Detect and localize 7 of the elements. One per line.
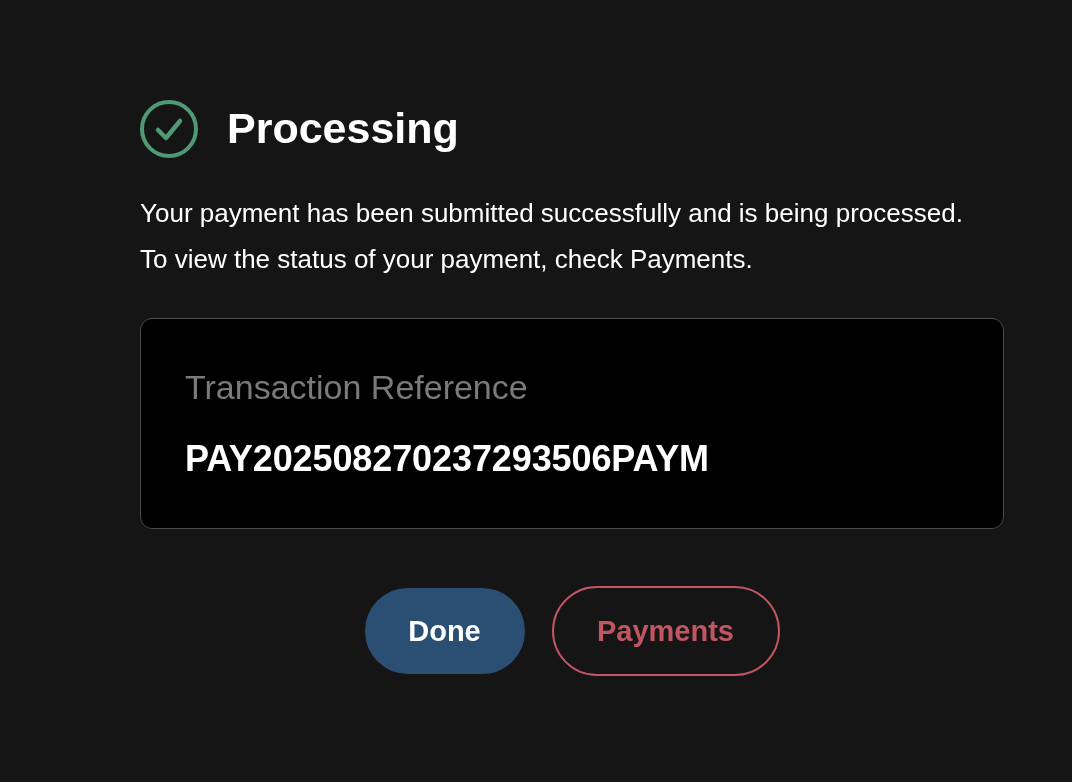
message-text: To view the status of your payment, check Payments. xyxy=(140,243,754,276)
message-text: Your payment has been submitted successfully and is being processed. xyxy=(140,197,964,230)
payments-button[interactable]: Payments xyxy=(551,586,780,676)
reference-value: PAY202508270237293506PAYM xyxy=(185,436,710,480)
done-button[interactable]: Done xyxy=(364,588,525,674)
reference-label: Transaction Reference xyxy=(185,367,529,408)
page-title: Processing xyxy=(227,105,459,153)
